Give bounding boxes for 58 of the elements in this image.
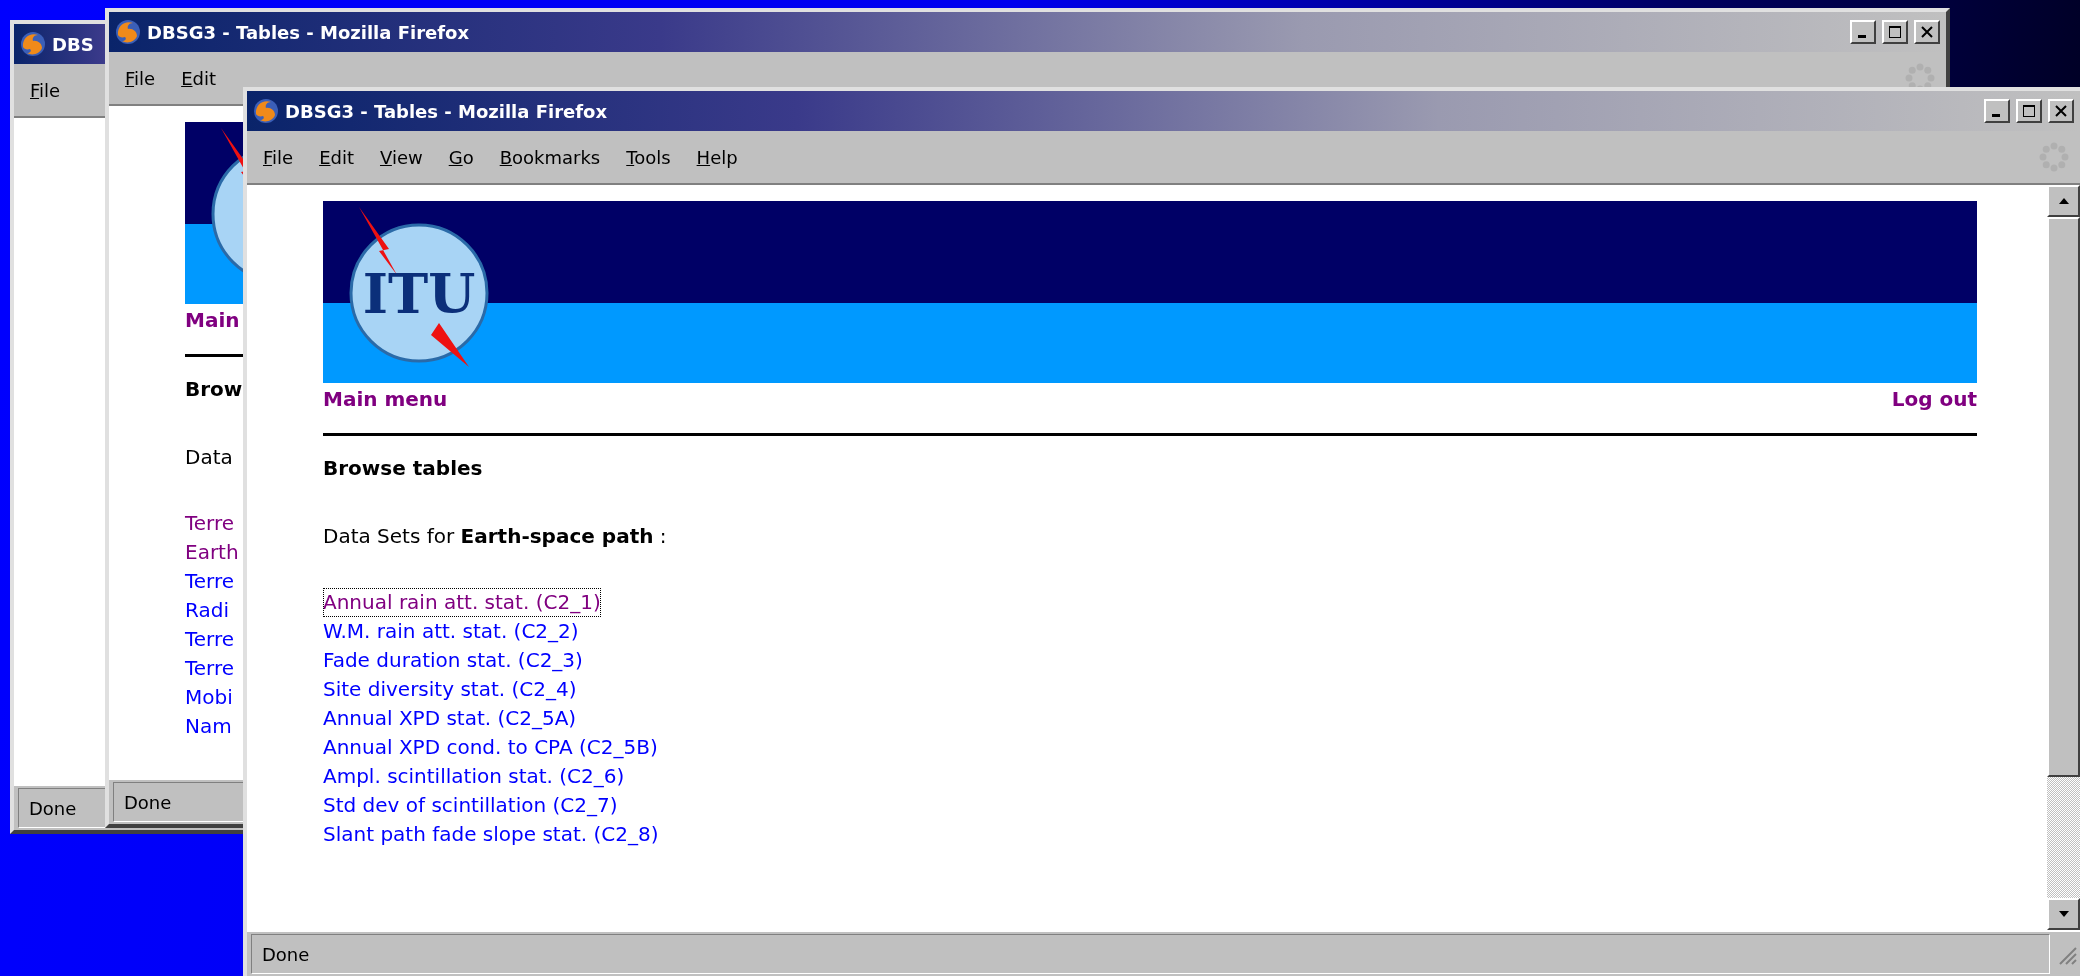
browser-logo-icon [115,19,141,45]
scroll-up-button[interactable] [2047,185,2080,217]
menu-item[interactable]: File [24,77,67,103]
maximize-icon [2022,104,2036,118]
close-icon [2055,105,2067,117]
page-heading: Browse tables [323,456,483,480]
window-title: DBS [52,33,95,55]
menu-item[interactable]: File [257,144,300,170]
main-menu-link[interactable]: Main [185,308,240,332]
window-title: DBSG3 - Tables - Mozilla Firefox [285,100,609,122]
scroll-thumb[interactable] [2047,217,2080,777]
dataset-link[interactable]: Slant path fade slope stat. (C2_8) [323,820,659,849]
menu-item[interactable]: Bookmarks [493,144,607,170]
intro-text: Data [185,445,233,469]
intro-text: Data Sets for Earth-space path : [323,524,667,548]
page-heading: Brow [185,377,243,401]
menu-item[interactable]: Edit [313,144,360,170]
maximize-button[interactable] [2016,99,2042,123]
menu-item[interactable]: Edit [175,65,222,91]
dataset-link[interactable]: Terre [185,567,235,596]
dataset-link[interactable]: Site diversity stat. (C2_4) [323,675,577,704]
dataset-link[interactable]: Fade duration stat. (C2_3) [323,646,583,675]
main-menu-link[interactable]: Main menu [323,387,448,411]
scrollbar[interactable] [2047,185,2080,930]
menu-item[interactable]: Go [442,144,480,170]
minimize-icon [1857,34,1866,38]
menu-item[interactable]: View [374,144,429,170]
dataset-link[interactable]: Terre [185,509,235,538]
up-arrow-icon [2057,197,2070,205]
dataset-link[interactable]: Annual XPD cond. to CPA (C2_5B) [323,733,658,762]
close-button[interactable] [1914,20,1940,44]
dataset-link[interactable]: Annual XPD stat. (C2_5A) [323,704,577,733]
minimize-button[interactable] [1984,99,2010,123]
browser-logo-icon [20,31,46,57]
dataset-link[interactable]: Earth [185,538,239,567]
minimize-icon [1991,113,2000,117]
status-text: Done [251,934,2050,974]
close-icon [1921,26,1933,38]
dataset-link[interactable]: Radi [185,596,229,625]
window-title: DBSG3 - Tables - Mozilla Firefox [147,21,471,43]
down-arrow-icon [2057,910,2070,918]
menu-item[interactable]: Tools [620,144,677,170]
scroll-down-button[interactable] [2047,898,2080,930]
dataset-link[interactable]: Terre [185,654,235,683]
dataset-link[interactable]: Annual rain att. stat. (C2_1) [323,588,601,617]
dataset-link[interactable]: Terre [185,625,235,654]
menu-item[interactable]: File [119,65,162,91]
dataset-link[interactable]: W.M. rain att. stat. (C2_2) [323,617,579,646]
menu-item[interactable]: Help [690,144,744,170]
dataset-link[interactable]: Nam [185,712,232,741]
maximize-icon [1888,25,1902,39]
minimize-button[interactable] [1850,20,1876,44]
dataset-link[interactable]: Std dev of scintillation (C2_7) [323,791,618,820]
maximize-button[interactable] [1882,20,1908,44]
dataset-link[interactable]: Mobi [185,683,233,712]
close-button[interactable] [2048,99,2074,123]
log-out-link[interactable]: Log out [1891,387,1977,411]
browser-logo-icon [253,98,279,124]
